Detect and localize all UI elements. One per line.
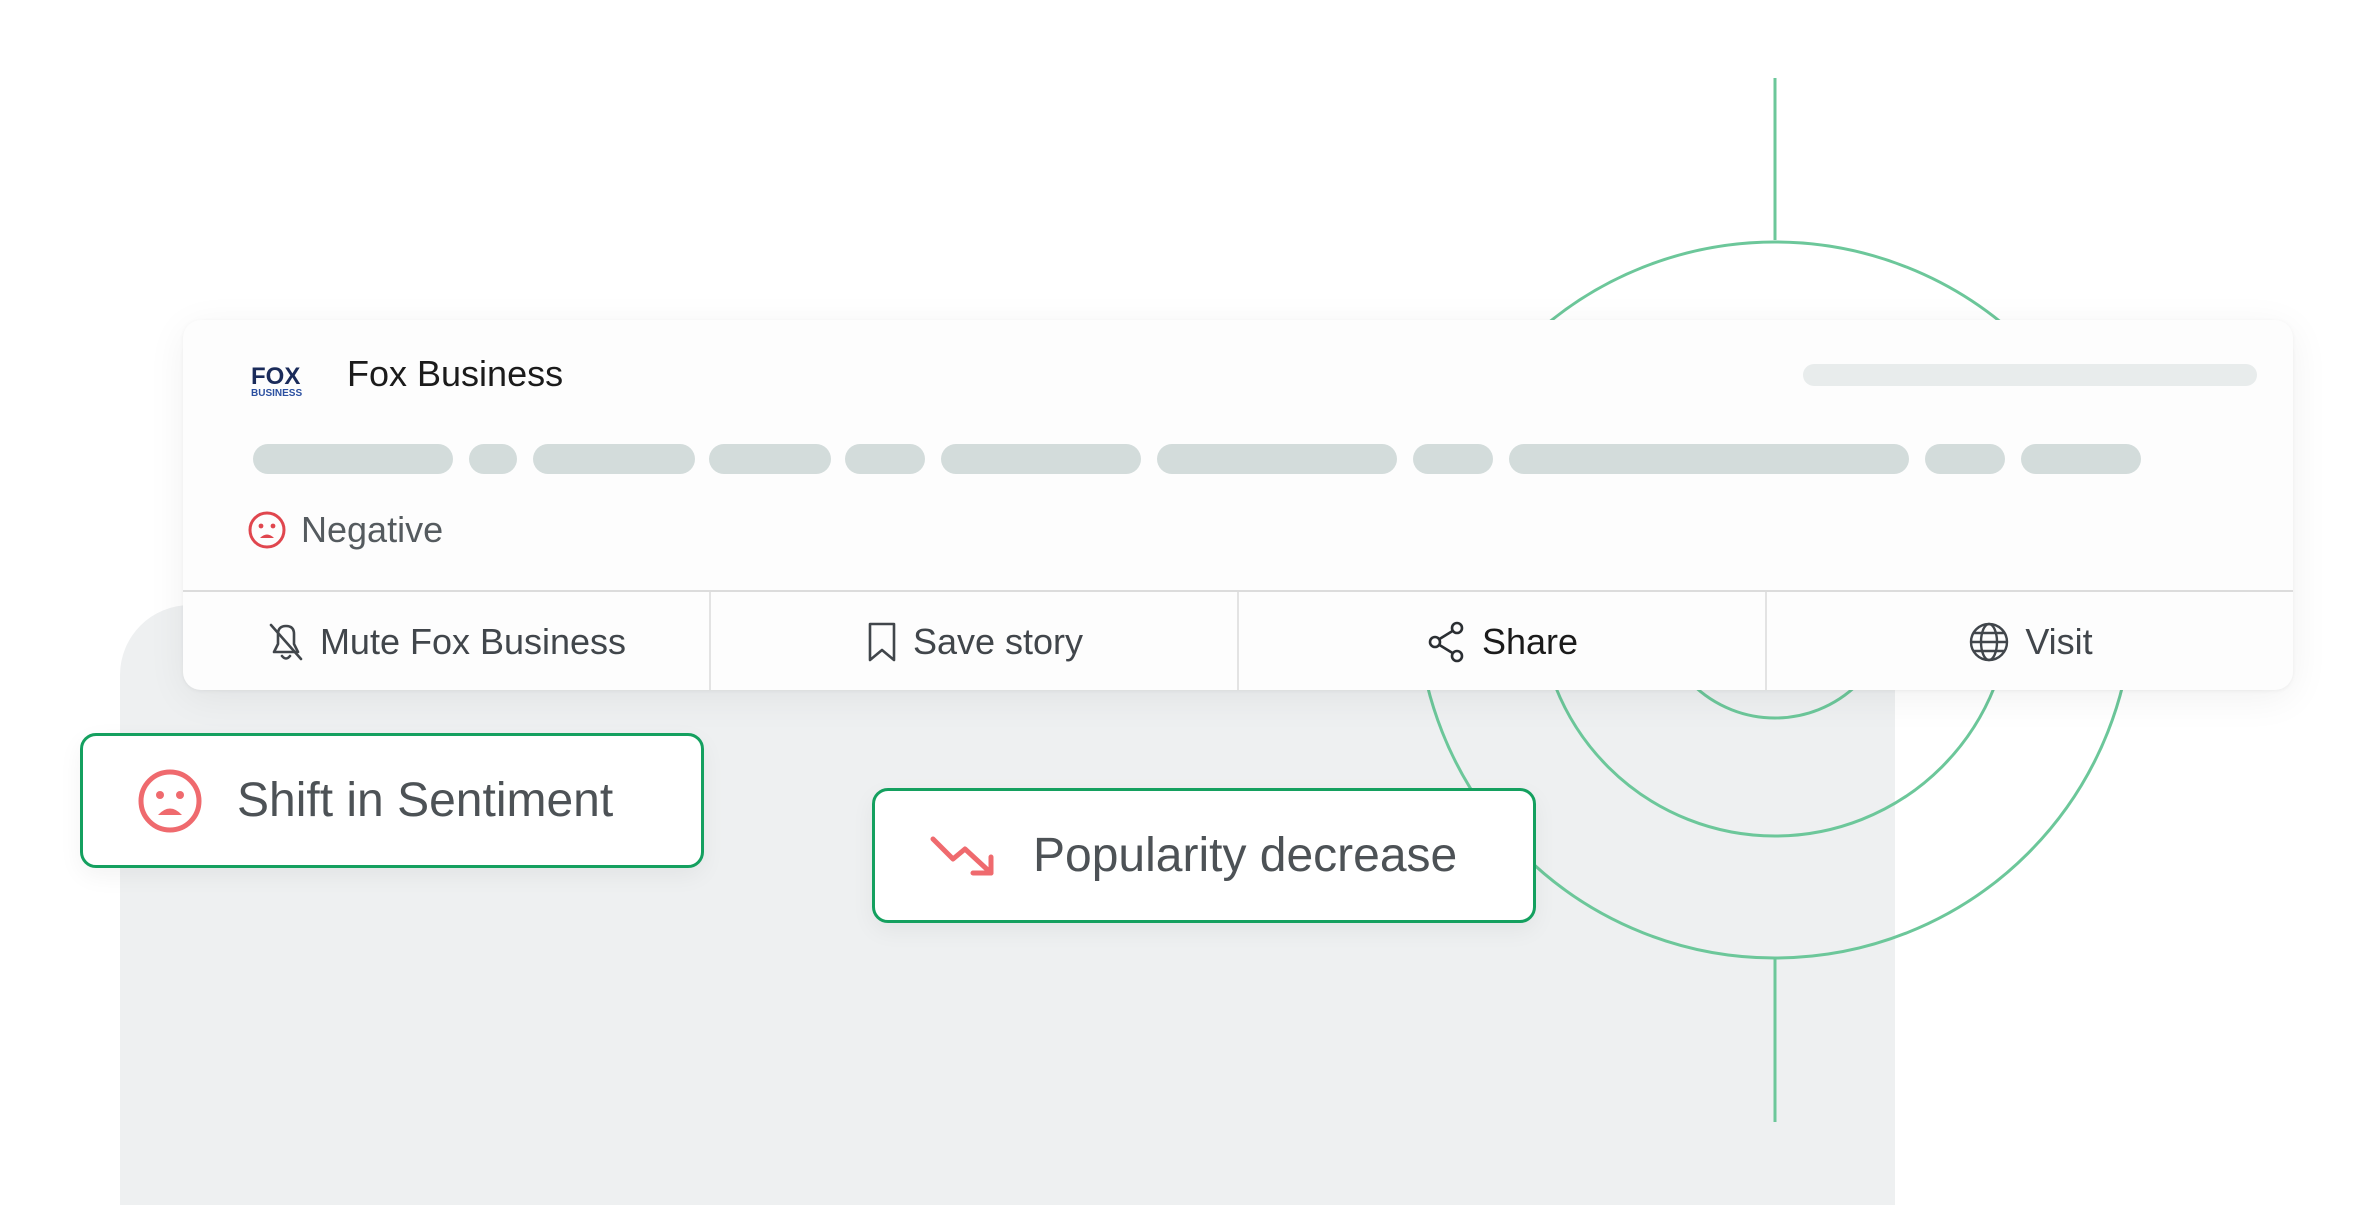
sad-face-icon [248, 511, 286, 549]
source-name[interactable]: Fox Business [347, 356, 563, 392]
bell-off-icon [269, 623, 303, 661]
save-story-button[interactable]: Save story [711, 592, 1239, 690]
sad-face-icon [138, 769, 202, 832]
skeleton-text-line [1925, 444, 2005, 474]
skeleton-text-line [941, 444, 1141, 474]
visit-button[interactable]: Visit [1767, 592, 2293, 690]
svg-text:FOX: FOX [251, 363, 300, 390]
globe-icon [1970, 622, 2009, 662]
share-label: Share [1481, 621, 1579, 662]
save-story-label: Save story [912, 621, 1084, 662]
share-icon [1428, 621, 1464, 663]
shift-in-sentiment-label: Shift in Sentiment [237, 774, 614, 827]
trending-down-icon [930, 836, 994, 875]
visit-label: Visit [2025, 621, 2093, 662]
story-actions-bar: Mute Fox Business Save story Share Visit [183, 590, 2293, 690]
svg-text:BUSINESS: BUSINESS [251, 388, 302, 398]
skeleton-text-line [533, 444, 695, 474]
share-button[interactable]: Share [1239, 592, 1767, 690]
skeleton-meta-line [1803, 364, 2257, 386]
skeleton-text-line [1157, 444, 1397, 474]
skeleton-text-line [469, 444, 517, 474]
fox-business-logo: FOX BUSINESS [251, 363, 302, 398]
bookmark-icon [868, 622, 896, 662]
mute-source-button[interactable]: Mute Fox Business [183, 592, 711, 690]
story-card: FOX BUSINESS Fox Business Negative Mute … [183, 320, 2293, 690]
skeleton-text-line [845, 444, 925, 474]
skeleton-text-line [1509, 444, 1909, 474]
popularity-decrease-label: Popularity decrease [1033, 829, 1458, 882]
skeleton-text-line [709, 444, 831, 474]
mute-source-label: Mute Fox Business [319, 621, 627, 662]
sentiment-label: Negative [301, 509, 444, 550]
skeleton-text-line [2021, 444, 2141, 474]
story-card-header: FOX BUSINESS Fox Business Negative [183, 320, 2293, 590]
skeleton-text-line [253, 444, 453, 474]
popularity-decrease-chip: Popularity decrease [872, 788, 1536, 923]
sentiment-indicator: Negative [247, 509, 444, 550]
shift-in-sentiment-chip: Shift in Sentiment [80, 733, 704, 868]
skeleton-text-line [1413, 444, 1493, 474]
